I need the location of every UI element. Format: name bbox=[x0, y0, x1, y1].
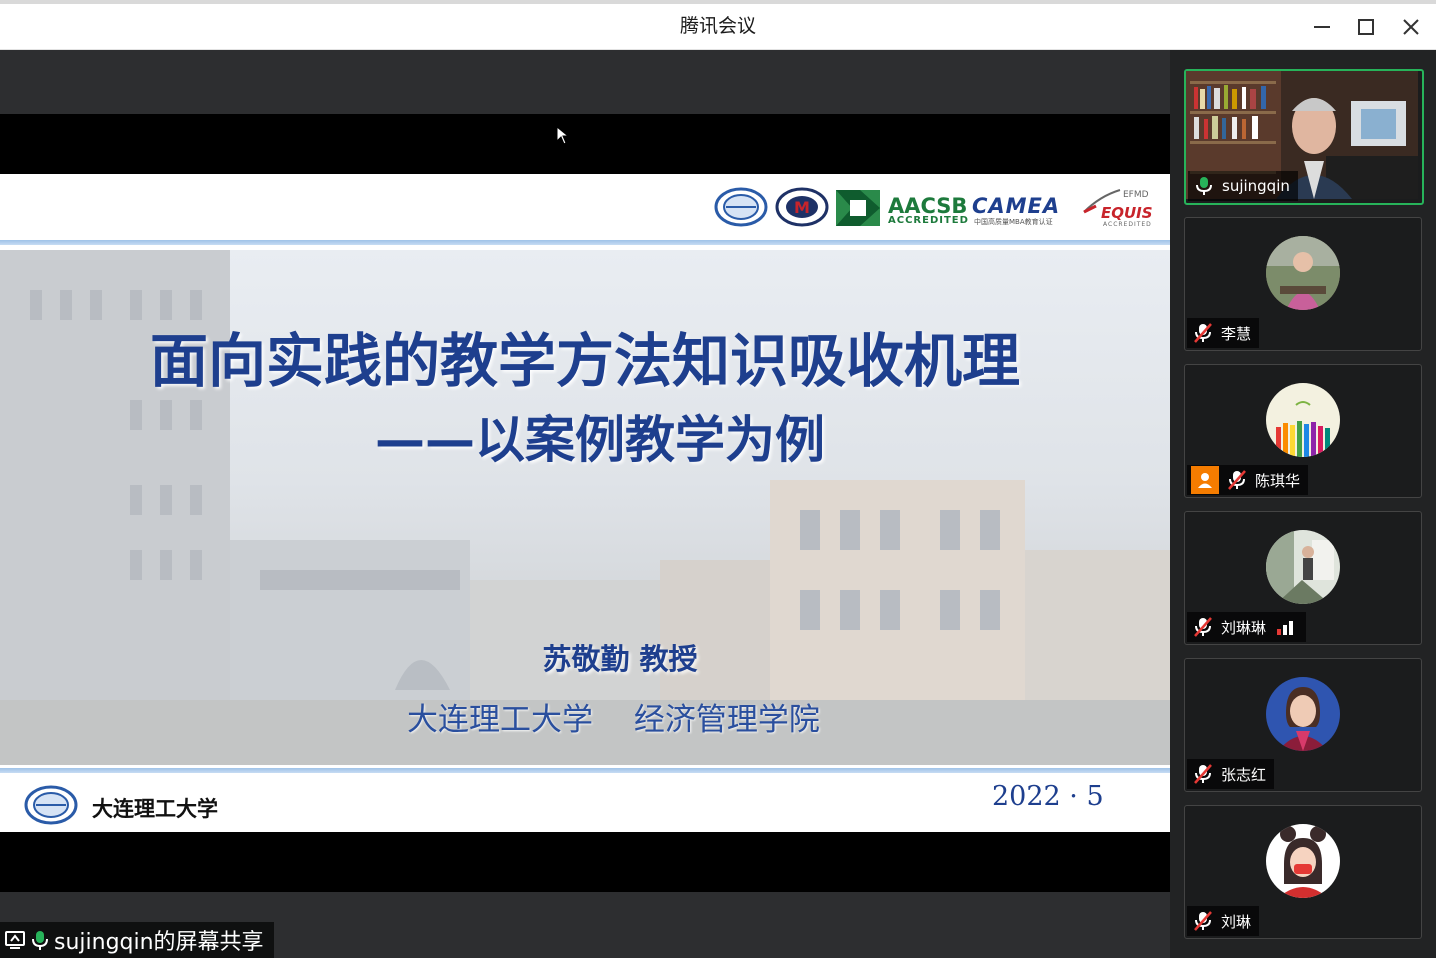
microphone-muted-icon bbox=[1191, 762, 1215, 786]
screen-share-text: sujingqin的屏幕共享 bbox=[54, 930, 264, 955]
participant-tile-video[interactable]: sujingqin bbox=[1184, 69, 1424, 205]
participant-nametag: 陈琪华 bbox=[1187, 465, 1309, 495]
avatar bbox=[1266, 530, 1340, 604]
slide-presenter: 苏敬勤 教授 bbox=[542, 642, 698, 676]
letterbox-bottom bbox=[0, 832, 1170, 892]
close-button[interactable] bbox=[1394, 10, 1428, 44]
efmd-text: EFMD bbox=[1123, 190, 1149, 200]
mouse-cursor-icon bbox=[556, 126, 570, 145]
presentation-slide: M AACSB ACCREDITED CAMEA 中国高质量MBA教育认证 EF… bbox=[0, 174, 1170, 832]
equis-text: EQUIS bbox=[1101, 204, 1153, 222]
avatar bbox=[1266, 824, 1340, 898]
letterbox-top bbox=[0, 114, 1170, 174]
participant-nametag: 李慧 bbox=[1187, 318, 1260, 348]
participant-name: 刘琳 bbox=[1221, 912, 1252, 931]
avatar bbox=[1266, 236, 1340, 310]
participant-name: 张志红 bbox=[1221, 765, 1267, 784]
screen-share-label: sujingqin的屏幕共享 bbox=[0, 922, 274, 958]
svg-text:M: M bbox=[794, 198, 810, 217]
avatar bbox=[1266, 677, 1340, 751]
maximize-icon bbox=[1358, 19, 1374, 35]
slide-date: 2022 · 5 bbox=[992, 781, 1104, 812]
microphone-muted-icon bbox=[1191, 615, 1215, 639]
participant-name: 李慧 bbox=[1221, 324, 1252, 343]
slide-title-line1: 面向实践的教学方法知识吸收机理 bbox=[149, 327, 1020, 395]
slide-title-line2: ——以案例教学为例 bbox=[375, 411, 825, 469]
minimize-icon bbox=[1314, 26, 1330, 28]
camea-text: CAMEA bbox=[972, 194, 1061, 218]
participant-tile[interactable]: 陈琪华 bbox=[1184, 364, 1422, 498]
participant-tile[interactable]: 刘琳琳 bbox=[1184, 511, 1422, 645]
participant-nametag: 刘琳 bbox=[1187, 906, 1260, 936]
participant-nametag: 刘琳琳 bbox=[1187, 612, 1307, 642]
header-rule bbox=[0, 240, 1170, 245]
window-title: 腾讯会议 bbox=[679, 15, 756, 37]
slide-footer: 大连理工大学 2022 · 5 bbox=[0, 777, 1170, 832]
microphone-muted-icon bbox=[1191, 909, 1215, 933]
participant-name: sujingqin bbox=[1222, 177, 1290, 195]
screen-share-icon bbox=[5, 931, 25, 949]
camea-sub: 中国高质量MBA教育认证 bbox=[974, 218, 1053, 226]
slide-affiliation: 大连理工大学 经济管理学院 bbox=[407, 702, 820, 738]
aacsb-text: AACSB bbox=[888, 194, 968, 218]
host-badge-icon bbox=[1191, 466, 1219, 494]
microphone-muted-icon bbox=[1225, 468, 1249, 492]
microphone-on-icon bbox=[32, 931, 48, 950]
participant-nametag: sujingqin bbox=[1188, 171, 1298, 201]
maximize-button[interactable] bbox=[1349, 10, 1383, 44]
slide-header: M AACSB ACCREDITED CAMEA 中国高质量MBA教育认证 EF… bbox=[0, 174, 1170, 242]
close-icon bbox=[1403, 19, 1419, 35]
aacsb-logo-icon bbox=[836, 190, 880, 226]
equis-sub: ACCREDITED bbox=[1103, 221, 1152, 228]
participant-tile[interactable]: 刘琳 bbox=[1184, 805, 1422, 939]
university-seal-icon bbox=[714, 187, 768, 227]
school-logo-icon: M bbox=[775, 187, 829, 227]
title-bar: 腾讯会议 bbox=[0, 4, 1436, 50]
footer-university-seal-icon bbox=[24, 785, 78, 825]
avatar bbox=[1266, 383, 1340, 457]
participant-tile[interactable]: 李慧 bbox=[1184, 217, 1422, 351]
network-signal-icon bbox=[1277, 621, 1294, 635]
participant-tile[interactable]: 张志红 bbox=[1184, 658, 1422, 792]
aacsb-sub: ACCREDITED bbox=[888, 215, 969, 226]
participant-nametag: 张志红 bbox=[1187, 759, 1275, 789]
footer-org-name: 大连理工大学 bbox=[92, 796, 218, 821]
footer-rule bbox=[0, 768, 1170, 773]
microphone-muted-icon bbox=[1191, 321, 1215, 345]
minimize-button[interactable] bbox=[1305, 10, 1339, 44]
microphone-on-icon bbox=[1192, 174, 1216, 198]
participant-name: 刘琳琳 bbox=[1221, 618, 1267, 637]
participant-name: 陈琪华 bbox=[1255, 471, 1301, 490]
